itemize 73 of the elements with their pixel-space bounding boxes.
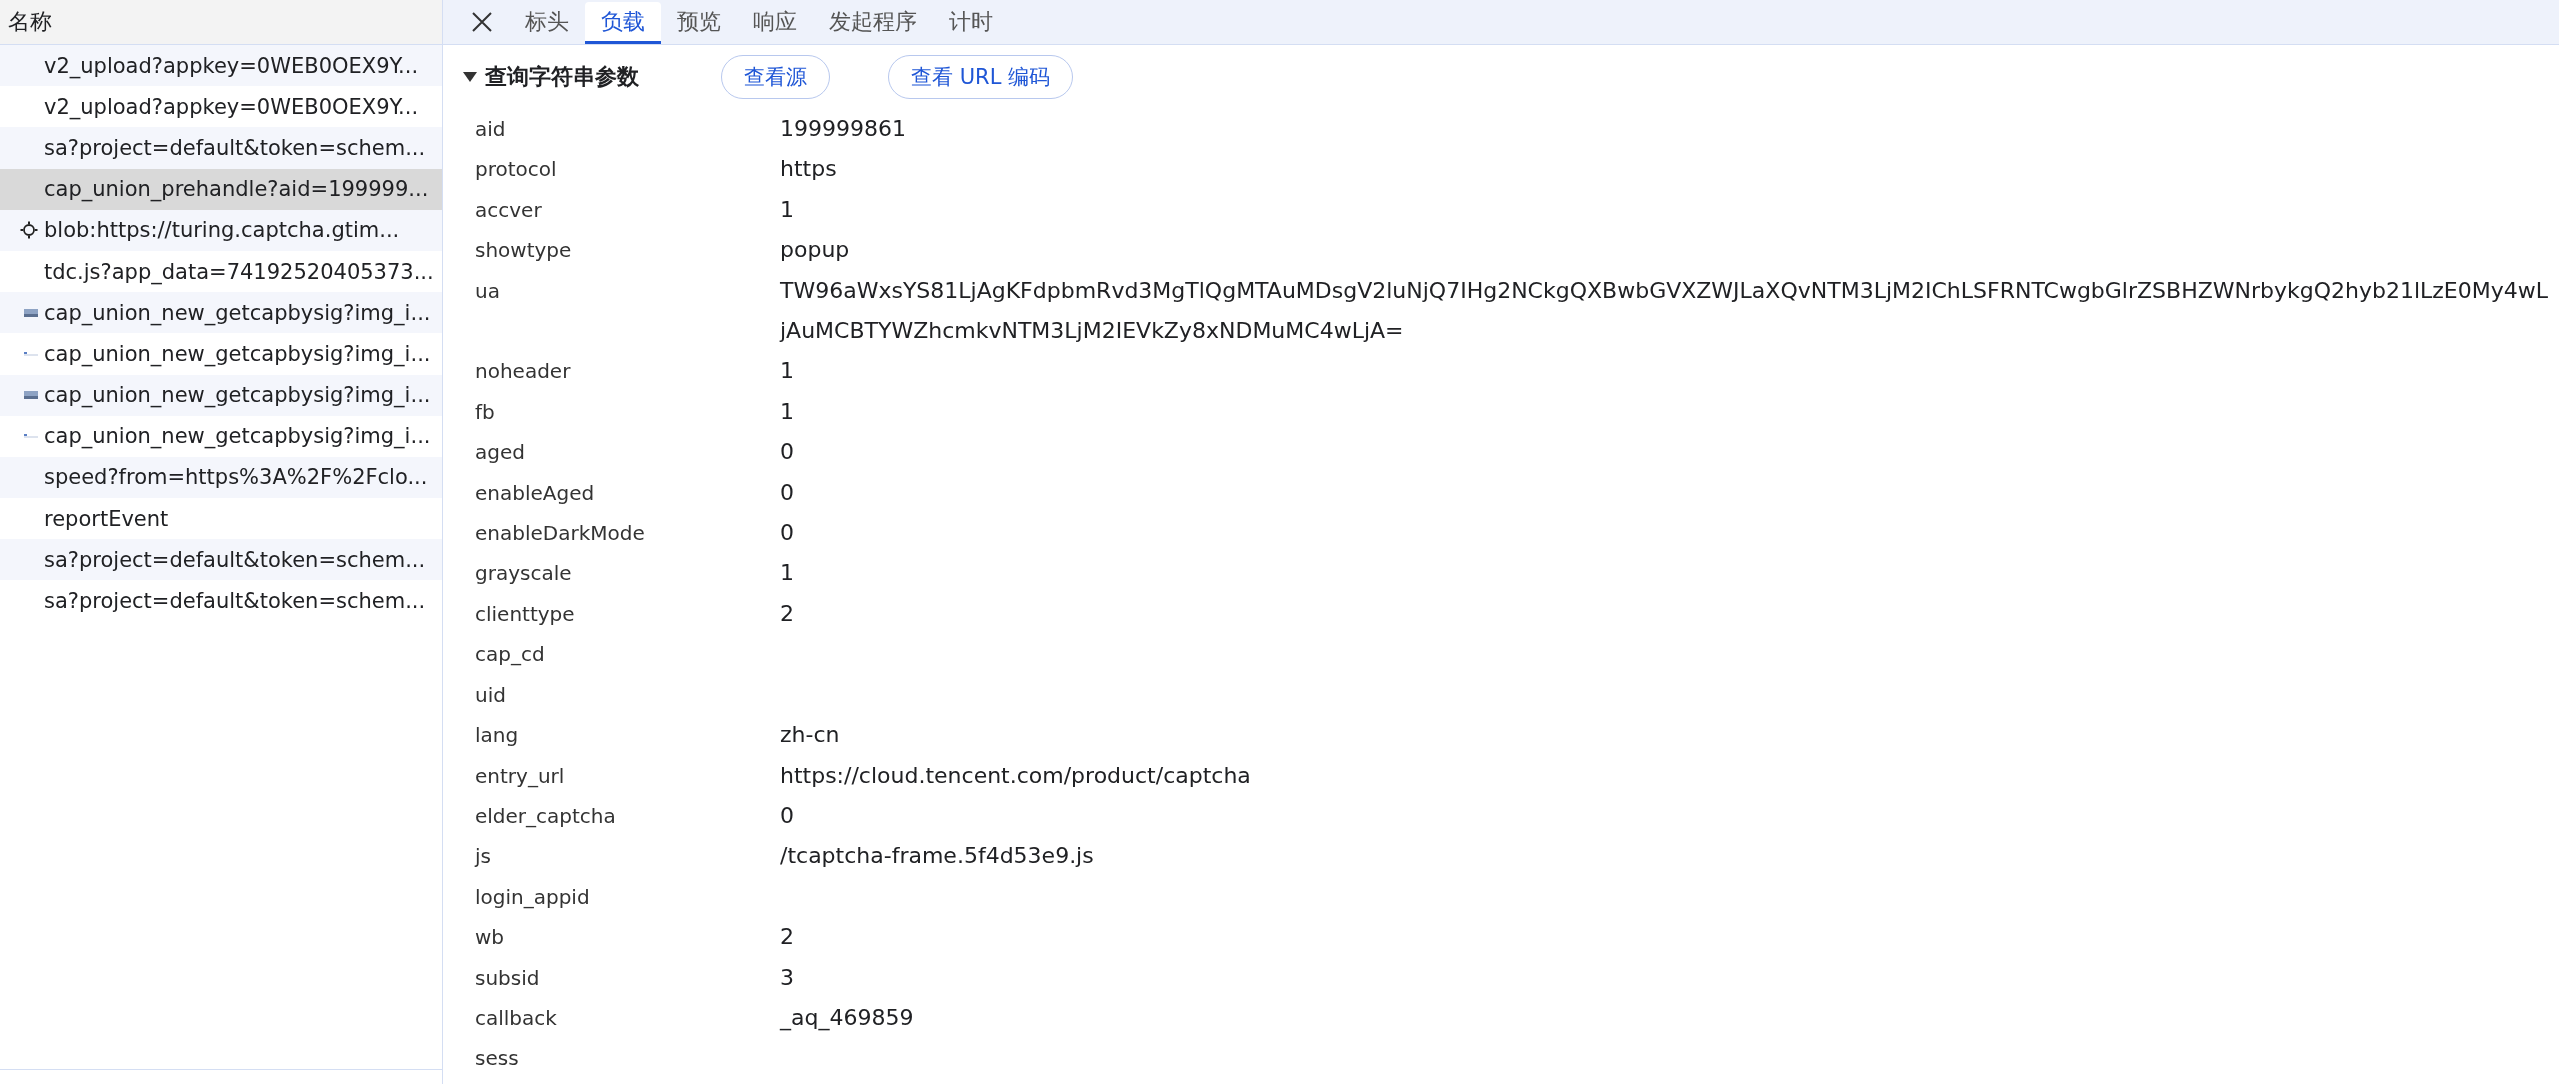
param-name: js	[475, 843, 492, 871]
param-value: 0	[780, 439, 794, 465]
tab[interactable]: 标头	[509, 2, 585, 44]
param-name: callback	[475, 1004, 558, 1032]
param-name: subsid	[475, 964, 541, 992]
param-value: 2	[780, 924, 794, 950]
image-thumbnail-icon	[24, 391, 38, 400]
request-row[interactable]: v2_upload?appkey=0WEB0OEX9Y...	[0, 45, 442, 87]
param-value: 0	[780, 479, 794, 505]
image-thumbnail-icon	[24, 434, 38, 439]
request-row[interactable]: sa?project=default&token=schem...	[0, 539, 442, 581]
param-value: popup	[780, 237, 850, 263]
section-title: 查询字符串参数	[485, 63, 639, 91]
request-row[interactable]: cap_union_new_getcapbysig?img_i...	[0, 374, 442, 416]
request-row[interactable]: speed?from=https%3A%2F%2Fclo...	[0, 456, 442, 499]
param-name: entry_url	[475, 762, 566, 790]
request-row[interactable]: reportEvent	[0, 498, 442, 540]
param-name: uid	[475, 681, 507, 709]
param-name: lang	[475, 722, 520, 750]
gear-icon	[20, 221, 38, 240]
column-header[interactable]: 名称	[0, 0, 442, 45]
param-value: 2	[780, 600, 794, 626]
request-row[interactable]: cap_union_new_getcapbysig?img_i...	[0, 415, 442, 457]
tab[interactable]: 发起程序	[813, 2, 933, 44]
tab[interactable]: 预览	[661, 2, 737, 44]
param-value: _aq_469859	[780, 1004, 914, 1030]
tab[interactable]: 负载	[585, 2, 661, 44]
param-value: /tcaptcha-frame.5f4d53e9.js	[780, 843, 1094, 869]
param-name: elder_captcha	[475, 802, 617, 830]
param-name: fb	[475, 398, 496, 426]
view-button[interactable]: 查看 URL 编码	[888, 55, 1073, 99]
param-value: 1	[780, 560, 794, 586]
param-value: zh-cn	[780, 722, 840, 748]
request-row[interactable]: v2_upload?appkey=0WEB0OEX9Y...	[0, 86, 442, 128]
param-name: enableDarkMode	[475, 520, 646, 548]
request-row[interactable]: sa?project=default&token=schem...	[0, 127, 442, 169]
param-name: wb	[475, 924, 506, 952]
param-value: 0	[780, 520, 794, 546]
param-name: aid	[475, 116, 507, 143]
tab[interactable]: 计时	[933, 2, 1009, 44]
request-row[interactable]: blob:https://turing.captcha.gtim...	[0, 209, 442, 251]
param-name: noheader	[475, 358, 572, 386]
param-value: 1	[780, 196, 794, 222]
param-value: TW96aWxsYS81LjAgKFdpbmRvd3MgTlQgMTAuMDsgV2luNjQ7IHg2NCkgQXBwbGVXZWJLaXQvNTM3LjM2IChLSFRNTCwgbGlrZSBHZWNrbykgQ2hyb21lLzE0My4wLjAuMCBTYWZhcmkvNTM3LjM2IEVkZy8xNDMuMC4wLjA=	[780, 277, 2548, 344]
image-thumbnail-icon	[24, 351, 38, 356]
request-row[interactable]: cap_union_new_getcapbysig?img_i...	[0, 292, 442, 334]
param-value: 1	[780, 398, 794, 424]
param-name: grayscale	[475, 560, 573, 588]
param-name: aged	[475, 439, 526, 467]
request-row[interactable]: cap_union_prehandle?aid=199999...	[0, 168, 442, 210]
request-row[interactable]: cap_union_new_getcapbysig?img_i...	[0, 333, 442, 375]
request-row[interactable]: sa?project=default&token=schem...	[0, 580, 442, 622]
param-name: showtype	[475, 237, 573, 265]
view-button[interactable]: 查看源	[721, 55, 830, 99]
param-value: 0	[780, 802, 794, 828]
param-name: accver	[475, 196, 543, 224]
request-row[interactable]: tdc.js?app_data=74192520405373...	[0, 250, 442, 293]
param-value: https	[780, 156, 837, 182]
param-name: protocol	[475, 156, 558, 184]
param-name: sess	[475, 1045, 520, 1073]
tab[interactable]: 响应	[737, 2, 813, 44]
image-thumbnail-icon	[24, 308, 38, 317]
param-name: cap_cd	[475, 641, 546, 669]
param-value: 199999861	[780, 116, 906, 141]
expand-triangle-icon[interactable]	[463, 71, 477, 83]
param-name: clienttype	[475, 600, 576, 628]
param-name: login_appid	[475, 883, 591, 911]
param-name: ua	[475, 277, 501, 305]
close-icon[interactable]	[471, 11, 493, 33]
param-name: enableAged	[475, 479, 596, 507]
param-value: 1	[780, 358, 794, 384]
param-value: 3	[780, 964, 794, 990]
param-value: https://cloud.tencent.com/product/captcha	[780, 762, 1251, 788]
